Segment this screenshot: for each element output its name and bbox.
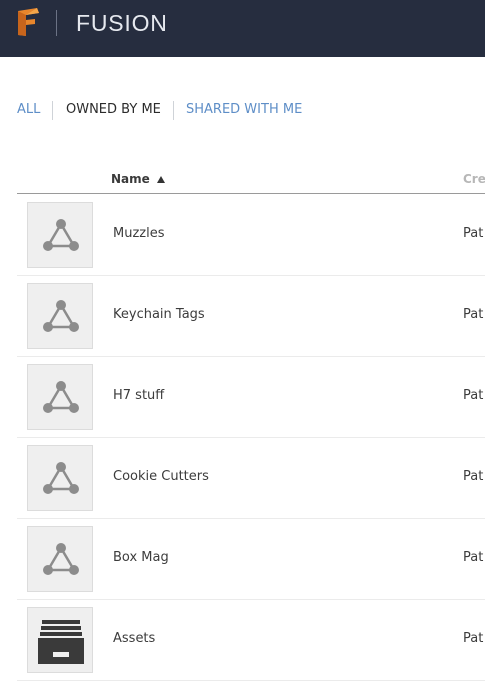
table-row[interactable]: Assets Pat: [17, 600, 485, 681]
row-creator: Pat: [463, 550, 484, 565]
assets-thumbnail[interactable]: [27, 607, 93, 673]
tab-owned-by-me[interactable]: OWNED BY ME: [66, 100, 161, 120]
row-creator: Pat: [463, 469, 484, 484]
row-creator: Pat: [463, 388, 484, 403]
app-header: FUSION: [0, 0, 485, 57]
row-name[interactable]: Assets: [113, 631, 155, 646]
row-name[interactable]: Cookie Cutters: [113, 469, 209, 484]
project-triangle-icon: [43, 300, 79, 332]
project-triangle-icon: [43, 381, 79, 413]
tab-divider: [173, 101, 174, 120]
assets-drawer-icon: [38, 620, 84, 664]
table-row[interactable]: Keychain Tags Pat: [17, 276, 485, 357]
row-creator: Pat: [463, 631, 484, 646]
project-triangle-icon: [43, 543, 79, 575]
app-title: FUSION: [76, 10, 168, 36]
table-header: Name Crea: [17, 168, 485, 194]
fusion-logo-icon[interactable]: [15, 7, 41, 38]
project-thumbnail[interactable]: [27, 283, 93, 349]
row-name[interactable]: Keychain Tags: [113, 307, 205, 322]
project-thumbnail[interactable]: [27, 202, 93, 268]
row-creator: Pat: [463, 307, 484, 322]
table-row[interactable]: Box Mag Pat: [17, 519, 485, 600]
row-name[interactable]: H7 stuff: [113, 388, 164, 403]
tab-shared-with-me[interactable]: SHARED WITH ME: [186, 100, 302, 120]
sort-ascending-icon[interactable]: [157, 176, 165, 183]
row-name[interactable]: Box Mag: [113, 550, 169, 565]
header-divider: [56, 10, 57, 36]
row-name[interactable]: Muzzles: [113, 226, 165, 241]
project-triangle-icon: [43, 219, 79, 251]
project-triangle-icon: [43, 462, 79, 494]
project-thumbnail[interactable]: [27, 526, 93, 592]
table-row[interactable]: Muzzles Pat: [17, 195, 485, 276]
row-creator: Pat: [463, 226, 484, 241]
project-thumbnail[interactable]: [27, 364, 93, 430]
tab-all[interactable]: ALL: [17, 100, 40, 120]
table-row[interactable]: Cookie Cutters Pat: [17, 438, 485, 519]
table-row[interactable]: H7 stuff Pat: [17, 357, 485, 438]
tab-divider: [52, 101, 53, 120]
column-header-name[interactable]: Name: [111, 172, 150, 186]
project-thumbnail[interactable]: [27, 445, 93, 511]
column-header-creator[interactable]: Crea: [463, 172, 485, 186]
